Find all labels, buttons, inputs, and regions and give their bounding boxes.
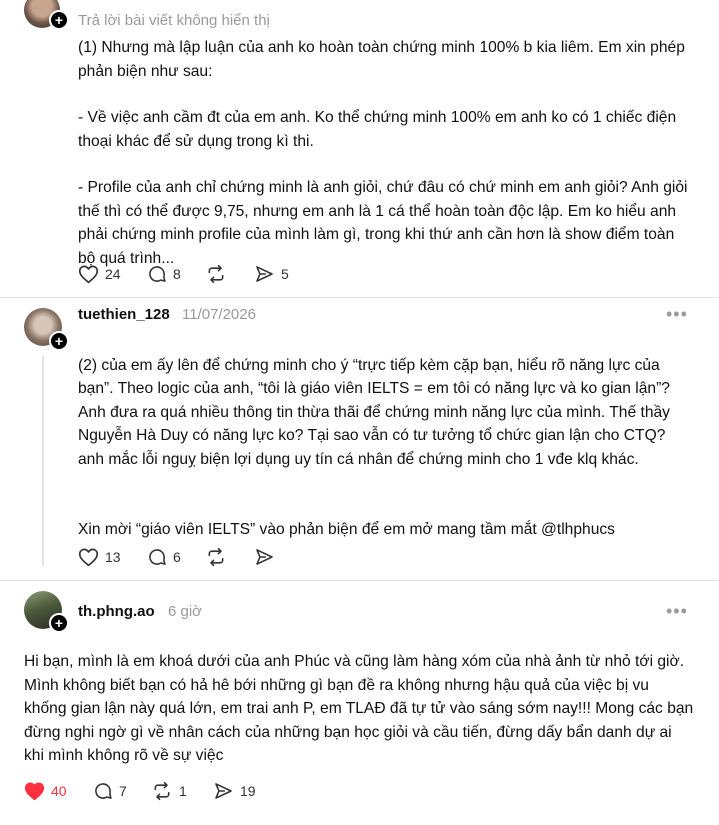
share-button[interactable]: 19 (213, 781, 256, 801)
repost-icon (154, 781, 170, 801)
reply-button[interactable]: 8 (147, 264, 181, 284)
post-body: Hi bạn, mình là em khoá dưới của anh Phú… (24, 650, 694, 768)
share-icon (256, 266, 273, 282)
comment-icon (95, 783, 112, 799)
post-paragraph: Hi bạn, mình là em khoá dưới của anh Phú… (24, 653, 694, 764)
more-options-icon[interactable]: ••• (666, 601, 688, 622)
repost-icon (208, 547, 224, 567)
like-button[interactable]: 13 (78, 547, 121, 567)
comment-icon (149, 549, 166, 565)
share-count: 5 (281, 266, 289, 282)
share-button[interactable] (254, 547, 275, 567)
username[interactable]: th.phng.ao (78, 603, 155, 620)
follow-plus-icon[interactable]: + (49, 10, 69, 30)
share-icon (256, 549, 273, 565)
reply-count: 8 (173, 266, 181, 282)
share-count: 19 (240, 783, 256, 799)
post-paragraph: - Profile của anh chỉ chứng minh là anh … (78, 179, 688, 267)
post-body: (1) Nhưng mà lập luận của anh ko hoàn to… (78, 36, 690, 270)
heart-icon (24, 782, 45, 801)
reply-count: 7 (119, 783, 127, 799)
repost-count: 1 (179, 783, 187, 799)
share-button[interactable]: 5 (254, 264, 289, 284)
post-paragraph: (1) Nhưng mà lập luận của anh ko hoàn to… (78, 39, 685, 80)
like-button[interactable]: 40 (24, 781, 67, 801)
timestamp: 6 giờ (168, 603, 203, 620)
post-paragraph: Xin mời “giáo viên IELTS” vào phản biện … (78, 520, 615, 538)
heart-icon (78, 265, 99, 284)
repost-button[interactable]: 1 (151, 781, 187, 801)
comment-icon (149, 266, 166, 282)
timestamp: 11/07/2026 (182, 306, 256, 323)
follow-plus-icon[interactable]: + (49, 331, 69, 351)
share-icon (215, 783, 232, 799)
repost-icon (208, 264, 224, 284)
heart-icon (78, 548, 99, 567)
reply-count: 6 (173, 549, 181, 565)
more-options-icon[interactable]: ••• (666, 304, 688, 325)
hidden-reply-notice: Trả lời bài viết không hiển thị (78, 12, 270, 29)
post-paragraph: - Về việc anh cầm đt của em anh. Ko thể … (78, 109, 677, 150)
like-count: 24 (105, 266, 121, 282)
reply-button[interactable]: 6 (147, 547, 181, 567)
like-count: 40 (51, 783, 67, 799)
post-paragraph: (2) của em ấy lên để chứng minh cho ý “t… (78, 356, 670, 468)
post-body: (2) của em ấy lên để chứng minh cho ý “t… (78, 330, 690, 565)
divider (0, 297, 719, 298)
follow-plus-icon[interactable]: + (49, 613, 69, 633)
divider (0, 580, 719, 581)
repost-button[interactable] (205, 264, 227, 284)
reply-button[interactable]: 7 (93, 781, 127, 801)
repost-button[interactable] (205, 547, 227, 567)
like-button[interactable]: 24 (78, 264, 121, 284)
thread-line (42, 356, 44, 566)
username[interactable]: tuethien_128 (78, 306, 170, 323)
like-count: 13 (105, 549, 121, 565)
